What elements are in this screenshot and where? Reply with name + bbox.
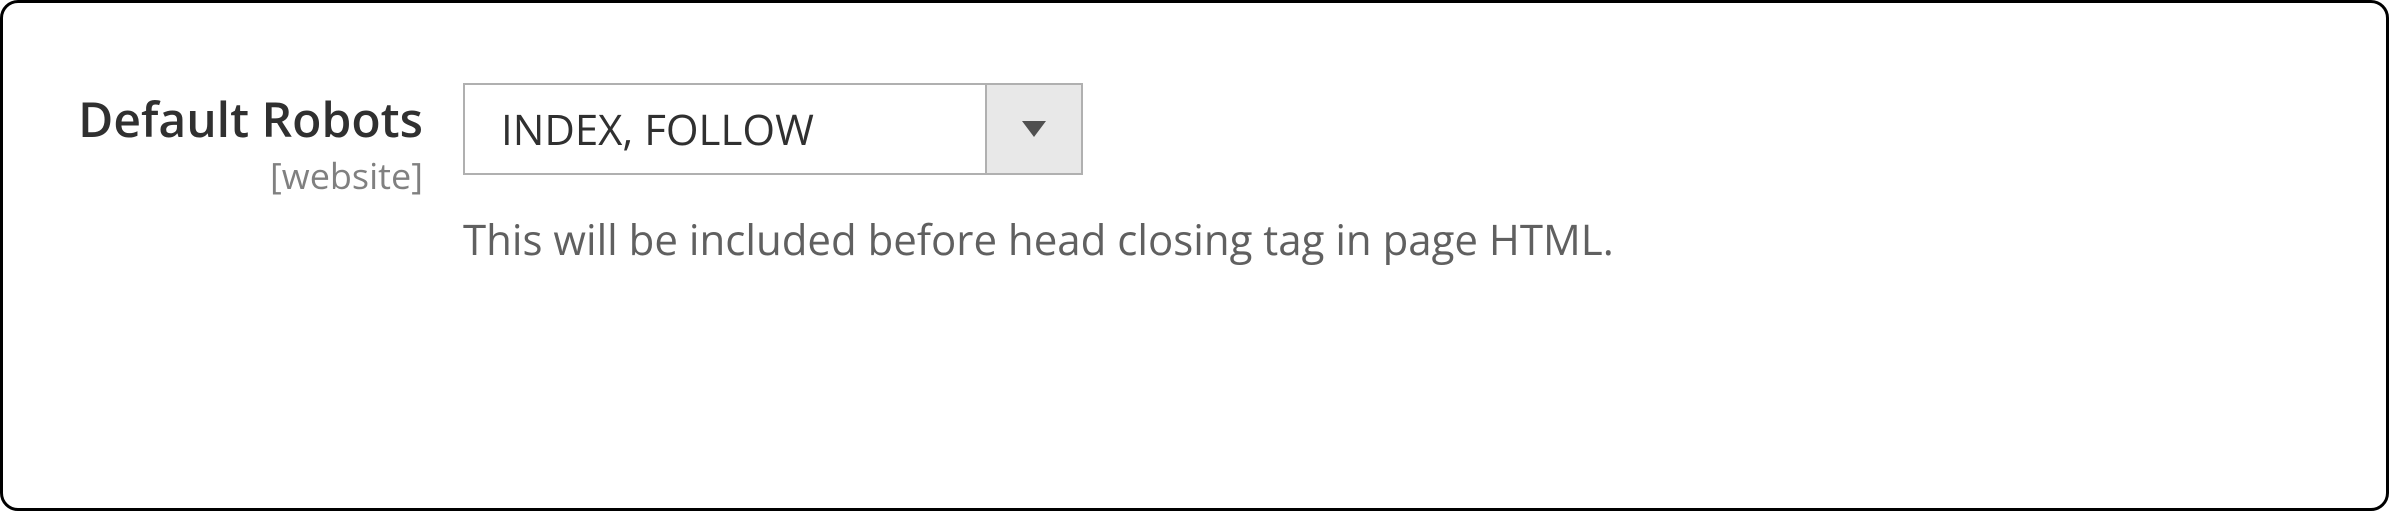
chevron-down-icon [1022,121,1046,137]
field-column: INDEX, FOLLOW This will be included befo… [463,83,2326,268]
config-panel: Default Robots [website] INDEX, FOLLOW T… [0,0,2389,511]
select-value: INDEX, FOLLOW [465,85,985,173]
dropdown-arrow-button[interactable] [985,85,1081,173]
label-column: Default Robots [website] [63,83,463,200]
field-help-text: This will be included before head closin… [463,211,2326,268]
field-scope: [website] [63,151,423,200]
default-robots-select[interactable]: INDEX, FOLLOW [463,83,1083,175]
field-label: Default Robots [63,91,423,149]
